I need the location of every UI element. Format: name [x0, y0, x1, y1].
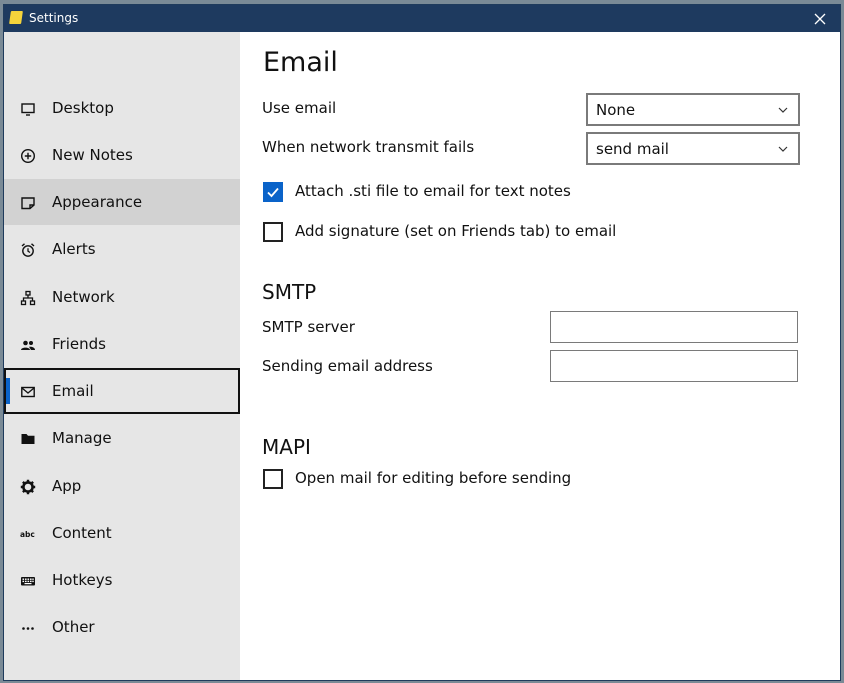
- sticky-note-icon: [9, 11, 23, 24]
- sidebar-item-label: Appearance: [52, 193, 143, 211]
- sidebar-item-friends[interactable]: Friends: [4, 321, 240, 367]
- sending-email-label: Sending email address: [262, 357, 433, 375]
- sidebar-item-manage[interactable]: Manage: [4, 415, 240, 461]
- open-mail-label[interactable]: Open mail for editing before sending: [295, 468, 571, 488]
- sidebar-item-label: Other: [52, 618, 95, 636]
- sidebar-item-label: App: [52, 477, 82, 495]
- mapi-section-title: MAPI: [262, 435, 311, 459]
- sidebar-item-label: Network: [52, 288, 115, 306]
- close-icon: [814, 13, 826, 24]
- sidebar-item-appearance[interactable]: Appearance: [4, 179, 240, 225]
- sidebar-item-label: Friends: [52, 335, 106, 353]
- transmit-fails-value: send mail: [596, 140, 669, 158]
- smtp-section-title: SMTP: [262, 280, 317, 304]
- use-email-select[interactable]: None: [586, 93, 800, 126]
- use-email-label: Use email: [262, 99, 337, 117]
- gear-icon: [19, 478, 36, 495]
- window-title: Settings: [29, 11, 79, 25]
- sidebar-item-hotkeys[interactable]: Hotkeys: [4, 557, 240, 603]
- use-email-value: None: [596, 101, 636, 119]
- transmit-fails-label: When network transmit fails: [262, 138, 475, 156]
- sidebar-item-label: Email: [52, 382, 94, 400]
- attach-sti-checkbox[interactable]: [263, 182, 283, 202]
- page-title: Email: [263, 47, 338, 78]
- sidebar-item-label: Desktop: [52, 99, 114, 117]
- smtp-server-label: SMTP server: [262, 318, 355, 336]
- smtp-server-input[interactable]: [550, 311, 798, 343]
- sidebar-item-desktop[interactable]: Desktop: [4, 85, 240, 131]
- checkmark-icon: [267, 187, 279, 198]
- keyboard-icon: [19, 572, 36, 589]
- sidebar-item-label: Manage: [52, 429, 112, 447]
- close-button[interactable]: [800, 5, 840, 32]
- plus-circle-icon: [19, 147, 36, 164]
- chevron-down-icon: [778, 107, 788, 113]
- people-icon: [19, 336, 36, 353]
- sidebar-item-alerts[interactable]: Alerts: [4, 226, 240, 272]
- chevron-down-icon: [778, 146, 788, 152]
- sidebar-item-other[interactable]: Other: [4, 604, 240, 650]
- abc-icon: abc: [19, 525, 36, 542]
- sidebar-item-content[interactable]: abc Content: [4, 510, 240, 556]
- sidebar-item-label: New Notes: [52, 146, 133, 164]
- note-icon: [19, 194, 36, 211]
- open-mail-checkbox[interactable]: [263, 469, 283, 489]
- sidebar-item-label: Hotkeys: [52, 571, 113, 589]
- network-icon: [19, 289, 36, 306]
- attach-sti-label[interactable]: Attach .sti file to email for text notes: [295, 181, 571, 201]
- folder-icon: [19, 430, 36, 447]
- add-signature-label[interactable]: Add signature (set on Friends tab) to em…: [295, 221, 616, 241]
- sidebar-item-app[interactable]: App: [4, 463, 240, 509]
- title-bar[interactable]: Settings: [4, 5, 840, 32]
- ellipsis-icon: [19, 619, 36, 636]
- transmit-fails-select[interactable]: send mail: [586, 132, 800, 165]
- sending-email-input[interactable]: [550, 350, 798, 382]
- settings-window: Settings Desktop New Notes Appearance Al…: [3, 4, 841, 681]
- svg-text:abc: abc: [20, 530, 35, 539]
- sidebar-item-label: Alerts: [52, 240, 96, 258]
- sidebar-item-new-notes[interactable]: New Notes: [4, 132, 240, 178]
- sidebar-item-label: Content: [52, 524, 112, 542]
- alarm-clock-icon: [19, 241, 36, 258]
- sidebar: Desktop New Notes Appearance Alerts Netw: [4, 32, 240, 680]
- email-settings-panel: Email Use email None When network transm…: [240, 32, 840, 680]
- sidebar-item-email[interactable]: Email: [4, 368, 240, 414]
- envelope-icon: [19, 383, 36, 400]
- sidebar-item-network[interactable]: Network: [4, 274, 240, 320]
- monitor-icon: [19, 100, 36, 117]
- add-signature-checkbox[interactable]: [263, 222, 283, 242]
